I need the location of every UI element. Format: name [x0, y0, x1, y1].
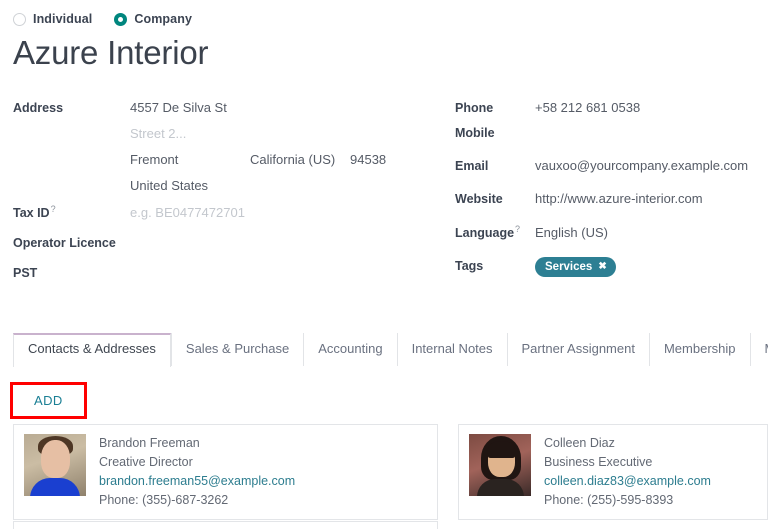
operator-licence-label: Operator Licence	[13, 236, 130, 250]
language-label: Language?	[455, 224, 535, 240]
field-phone: Phone +58 212 681 0538	[455, 100, 768, 126]
avatar-body	[477, 479, 524, 496]
tax-id-label: Tax ID?	[13, 204, 130, 220]
tax-id-label-text: Tax ID	[13, 206, 50, 220]
contact-name: Brandon Freeman	[99, 434, 295, 453]
field-city-state-zip: Fremont California (US) 94538	[13, 152, 455, 178]
tab-partner-assignment[interactable]: Partner Assignment	[507, 333, 649, 366]
add-button-container: ADD	[10, 382, 87, 419]
field-tags: Tags Services ✖	[455, 257, 768, 287]
phone-label: Phone	[455, 101, 535, 115]
language-label-text: Language	[455, 226, 514, 240]
field-country: United States	[13, 178, 455, 204]
contact-info: Brandon Freeman Creative Director brando…	[99, 434, 295, 510]
left-field-column: Address 4557 De Silva St Street 2... Fre…	[0, 100, 455, 292]
avatar-body	[30, 478, 80, 496]
website-label: Website	[455, 192, 535, 206]
field-address: Address 4557 De Silva St	[13, 100, 455, 126]
field-mobile: Mobile	[455, 126, 768, 158]
language-value[interactable]: English (US)	[535, 225, 608, 240]
address-city-line: Fremont California (US) 94538	[130, 152, 386, 167]
avatar	[24, 434, 86, 496]
address-street1-value[interactable]: 4557 De Silva St	[130, 100, 227, 115]
tab-accounting[interactable]: Accounting	[303, 333, 396, 366]
field-tax-id: Tax ID? e.g. BE0477472701	[13, 204, 455, 236]
contact-card[interactable]: Colleen Diaz Business Executive colleen.…	[458, 424, 768, 520]
radio-company[interactable]: Company	[114, 12, 192, 26]
field-operator-licence: Operator Licence	[13, 236, 455, 266]
page-title[interactable]: Azure Interior	[0, 26, 768, 72]
contact-role: Business Executive	[544, 453, 711, 472]
tab-bar: Contacts & Addresses Sales & Purchase Ac…	[13, 333, 768, 366]
record-type-radio-group: Individual Company	[0, 0, 768, 26]
contact-phone: Phone: (355)-687-3262	[99, 491, 295, 510]
contact-phone: Phone: (255)-595-8393	[544, 491, 711, 510]
field-language: Language? English (US)	[455, 224, 768, 257]
tag-services[interactable]: Services ✖	[535, 257, 616, 277]
field-area: Address 4557 De Silva St Street 2... Fre…	[0, 72, 768, 292]
highlight-box: ADD	[10, 382, 87, 419]
contact-email-link[interactable]: colleen.diaz83@example.com	[544, 472, 711, 491]
tab-sales-purchase[interactable]: Sales & Purchase	[171, 333, 303, 366]
contact-email-link[interactable]: brandon.freeman55@example.com	[99, 472, 295, 491]
email-value[interactable]: vauxoo@yourcompany.example.com	[535, 158, 748, 173]
radio-off-icon[interactable]	[13, 13, 26, 26]
address-city-value[interactable]: Fremont	[130, 152, 250, 167]
tag-label: Services	[545, 260, 592, 274]
contact-name: Colleen Diaz	[544, 434, 711, 453]
avatar-hair-front	[488, 441, 515, 458]
email-label: Email	[455, 159, 535, 173]
help-icon-language[interactable]: ?	[515, 224, 520, 234]
field-email: Email vauxoo@yourcompany.example.com	[455, 158, 768, 191]
contact-card[interactable]: Brandon Freeman Creative Director brando…	[13, 424, 438, 520]
tab-membership[interactable]: Membership	[649, 333, 750, 366]
address-country-value[interactable]: United States	[130, 178, 208, 193]
address-state-value[interactable]: California (US)	[250, 152, 350, 167]
website-value[interactable]: http://www.azure-interior.com	[535, 191, 703, 206]
tab-contacts-addresses[interactable]: Contacts & Addresses	[13, 333, 171, 367]
radio-individual-label: Individual	[33, 12, 92, 26]
tags-label: Tags	[455, 259, 535, 273]
tab-internal-notes[interactable]: Internal Notes	[397, 333, 507, 366]
mobile-label: Mobile	[455, 126, 535, 140]
tax-id-placeholder[interactable]: e.g. BE0477472701	[130, 205, 245, 220]
contact-card-list: Brandon Freeman Creative Director brando…	[13, 424, 768, 520]
radio-company-label: Company	[134, 12, 192, 26]
pst-label: PST	[13, 266, 130, 280]
tab-mx-edi[interactable]: MX EDI	[750, 333, 768, 366]
contact-info: Colleen Diaz Business Executive colleen.…	[544, 434, 711, 510]
field-website: Website http://www.azure-interior.com	[455, 191, 768, 224]
tag-remove-icon[interactable]: ✖	[598, 261, 606, 274]
contact-role: Creative Director	[99, 453, 295, 472]
address-street2-placeholder[interactable]: Street 2...	[130, 126, 186, 141]
address-label: Address	[13, 101, 130, 115]
add-button[interactable]: ADD	[13, 385, 84, 416]
radio-on-icon[interactable]	[114, 13, 127, 26]
avatar	[469, 434, 531, 496]
radio-individual[interactable]: Individual	[13, 12, 92, 26]
phone-value[interactable]: +58 212 681 0538	[535, 100, 640, 115]
address-zip-value[interactable]: 94538	[350, 152, 386, 167]
field-street2: Street 2...	[13, 126, 455, 152]
right-field-column: Phone +58 212 681 0538 Mobile Email vaux…	[455, 100, 768, 292]
help-icon-tax-id[interactable]: ?	[51, 204, 56, 214]
field-pst: PST	[13, 266, 455, 292]
avatar-face	[41, 440, 70, 478]
